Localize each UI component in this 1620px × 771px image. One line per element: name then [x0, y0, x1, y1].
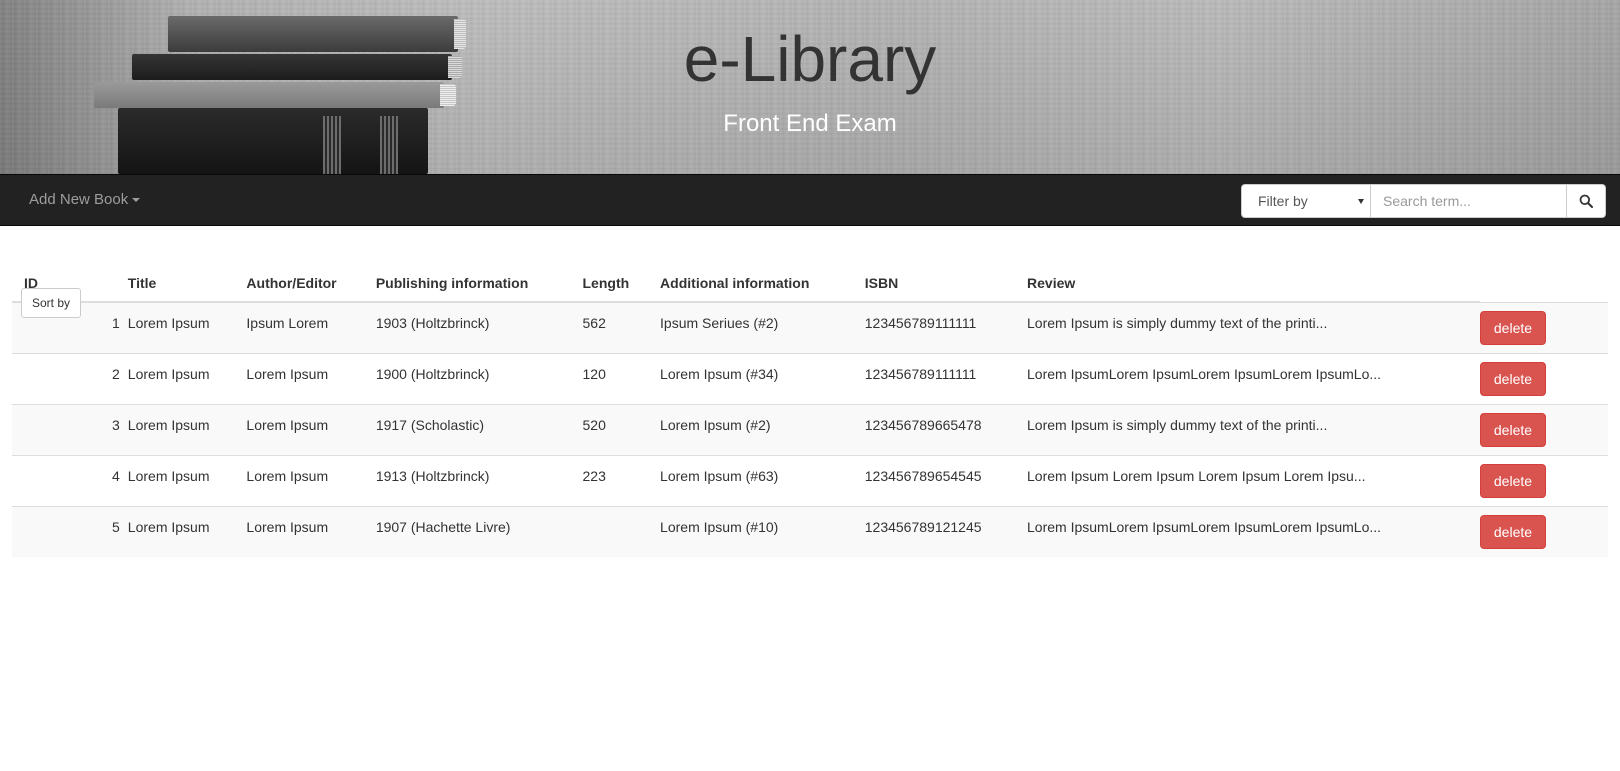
- navbar: Add New Book Filter by: [0, 174, 1620, 226]
- cell-additional: Lorem Ipsum (#34): [660, 352, 865, 404]
- sort-by-button[interactable]: Sort by: [21, 288, 82, 318]
- table-row: 1 Lorem Ipsum Ipsum Lorem 1903 (Holtzbri…: [12, 301, 1608, 353]
- cell-author: Ipsum Lorem: [246, 301, 376, 353]
- filter-select[interactable]: Filter by: [1241, 184, 1371, 218]
- cell-additional: Ipsum Seriues (#2): [660, 301, 865, 353]
- cell-title: Lorem Ipsum: [127, 403, 247, 455]
- cell-isbn: 123456789665478: [864, 403, 1028, 455]
- cell-author: Lorem Ipsum: [246, 403, 376, 455]
- cell-length: [582, 505, 661, 557]
- cell-review: Lorem Ipsum Lorem Ipsum Lorem Ipsum Lore…: [1027, 454, 1480, 506]
- cell-length: 562: [582, 301, 661, 353]
- search-button[interactable]: [1567, 184, 1606, 218]
- table-row: 3 Lorem Ipsum Lorem Ipsum 1917 (Scholast…: [12, 403, 1608, 455]
- cell-review: Lorem Ipsum is simply dummy text of the …: [1027, 403, 1480, 455]
- cell-isbn: 123456789111111: [864, 301, 1028, 353]
- table-header-row: ID Title Author/Editor Publishing inform…: [12, 260, 1608, 303]
- add-new-book-dropdown[interactable]: Add New Book: [29, 191, 141, 208]
- page-subtitle: Front End Exam: [723, 110, 897, 137]
- cell-title: Lorem Ipsum: [127, 505, 247, 557]
- cell-isbn: 123456789111111: [864, 352, 1028, 404]
- cell-additional: Lorem Ipsum (#10): [660, 505, 865, 557]
- cell-action: delete: [1479, 403, 1608, 455]
- col-header-length[interactable]: Length: [582, 260, 661, 303]
- cell-id: 3: [12, 403, 128, 455]
- search-input[interactable]: [1371, 184, 1567, 218]
- cell-isbn: 123456789121245: [864, 505, 1028, 557]
- table-row: 4 Lorem Ipsum Lorem Ipsum 1913 (Holtzbri…: [12, 454, 1608, 506]
- cell-title: Lorem Ipsum: [127, 301, 247, 353]
- cell-publishing: 1917 (Scholastic): [375, 403, 583, 455]
- table-row: 2 Lorem Ipsum Lorem Ipsum 1900 (Holtzbri…: [12, 352, 1608, 404]
- header-banner: e-Library Front End Exam: [0, 0, 1620, 174]
- cell-publishing: 1900 (Holtzbrinck): [375, 352, 583, 404]
- cell-action: delete: [1479, 301, 1608, 353]
- cell-review: Lorem Ipsum is simply dummy text of the …: [1027, 301, 1480, 353]
- col-header-action: [1480, 260, 1608, 302]
- cell-author: Lorem Ipsum: [246, 352, 376, 404]
- caret-down-icon: [132, 198, 141, 203]
- cell-review: Lorem IpsumLorem IpsumLorem IpsumLorem I…: [1027, 505, 1480, 557]
- filter-select-value: Filter by: [1258, 193, 1308, 209]
- cell-author: Lorem Ipsum: [246, 454, 376, 506]
- select-arrow-icon: [1358, 199, 1364, 204]
- delete-button[interactable]: delete: [1479, 463, 1546, 498]
- delete-button[interactable]: delete: [1479, 310, 1546, 345]
- delete-button[interactable]: delete: [1479, 412, 1546, 447]
- col-header-publishing[interactable]: Publishing information: [375, 260, 583, 303]
- col-header-review[interactable]: Review: [1027, 260, 1480, 303]
- cell-id: 2: [12, 352, 128, 404]
- table-row: 5 Lorem Ipsum Lorem Ipsum 1907 (Hachette…: [12, 505, 1608, 557]
- cell-id: 5: [12, 505, 128, 557]
- cell-review: Lorem IpsumLorem IpsumLorem IpsumLorem I…: [1027, 352, 1480, 404]
- cell-length: 520: [582, 403, 661, 455]
- col-header-isbn[interactable]: ISBN: [864, 260, 1028, 303]
- cell-length: 223: [582, 454, 661, 506]
- cell-id: 4: [12, 454, 128, 506]
- cell-publishing: 1903 (Holtzbrinck): [375, 301, 583, 353]
- books-table: ID Title Author/Editor Publishing inform…: [12, 260, 1608, 557]
- page-title: e-Library: [683, 23, 937, 95]
- cell-additional: Lorem Ipsum (#63): [660, 454, 865, 506]
- cell-action: delete: [1479, 505, 1608, 557]
- col-header-author[interactable]: Author/Editor: [246, 260, 376, 303]
- cell-additional: Lorem Ipsum (#2): [660, 403, 865, 455]
- cell-publishing: 1913 (Holtzbrinck): [375, 454, 583, 506]
- search-icon: [1579, 194, 1593, 208]
- search-group: Filter by: [1241, 184, 1606, 218]
- cell-isbn: 123456789654545: [864, 454, 1028, 506]
- delete-button[interactable]: delete: [1479, 514, 1546, 549]
- delete-button[interactable]: delete: [1479, 361, 1546, 396]
- cell-title: Lorem Ipsum: [127, 352, 247, 404]
- cell-title: Lorem Ipsum: [127, 454, 247, 506]
- add-new-book-label: Add New Book: [29, 191, 129, 208]
- cell-length: 120: [582, 352, 661, 404]
- cell-publishing: 1907 (Hachette Livre): [375, 505, 583, 557]
- col-header-additional[interactable]: Additional information: [660, 260, 865, 303]
- cell-action: delete: [1479, 352, 1608, 404]
- cell-action: delete: [1479, 454, 1608, 506]
- cell-author: Lorem Ipsum: [246, 505, 376, 557]
- col-header-title[interactable]: Title: [127, 260, 247, 303]
- main-content: Sort by ID Title Author/Editor Publishin…: [0, 260, 1620, 557]
